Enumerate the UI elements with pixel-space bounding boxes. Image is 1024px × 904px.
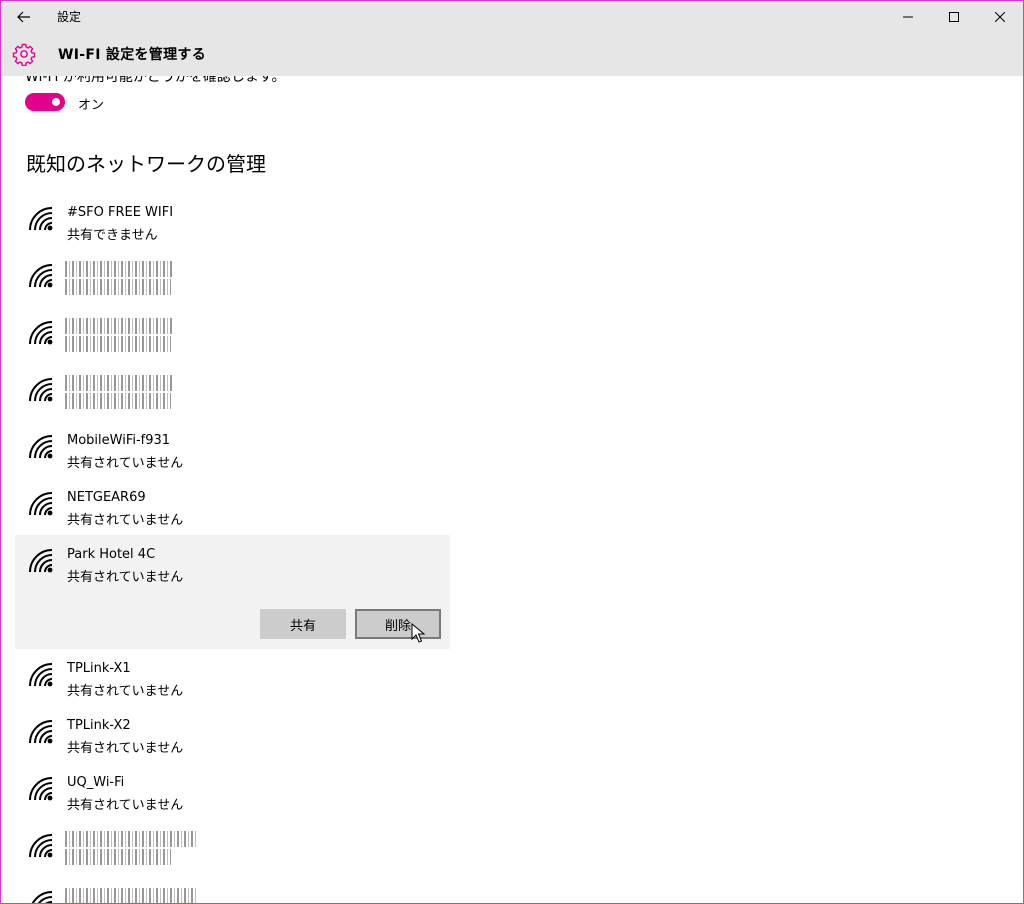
- minimize-icon: [903, 16, 913, 17]
- close-button[interactable]: [977, 1, 1023, 32]
- window-controls: [885, 1, 1023, 32]
- network-status: 共有されていません: [67, 741, 184, 756]
- network-item-redacted[interactable]: [15, 364, 450, 421]
- toggle-state-label: オン: [78, 98, 105, 113]
- network-item-uq-wi-fi[interactable]: UQ_Wi-Fi 共有されていません: [15, 763, 450, 820]
- back-button[interactable]: [1, 1, 47, 32]
- redacted-network-name: [65, 261, 173, 277]
- network-item-redacted[interactable]: [15, 250, 450, 307]
- page-title: WI-FI 設定を管理する: [58, 47, 207, 63]
- redacted-network-name: [65, 318, 173, 334]
- minimize-button[interactable]: [885, 1, 931, 32]
- page-header: WI-FI 設定を管理する: [1, 32, 1023, 76]
- settings-content[interactable]: Wi-Fi が利用可能かどうかを確認します。 オン 既知のネットワークの管理 #…: [1, 76, 1023, 903]
- network-item-tplink-x1[interactable]: TPLink-X1 共有されていません: [15, 649, 450, 706]
- network-name: Park Hotel 4C: [67, 547, 156, 562]
- app-title: 設定: [57, 10, 82, 24]
- redacted-network-name: [65, 375, 173, 391]
- wifi-icon: [29, 549, 53, 573]
- wifi-icon: [29, 492, 53, 516]
- network-name: TPLink-X2: [67, 718, 131, 733]
- share-button[interactable]: 共有: [260, 609, 346, 639]
- redacted-network-name: [65, 888, 197, 903]
- forget-button[interactable]: 削除: [355, 609, 441, 639]
- network-item-park-hotel-4c[interactable]: Park Hotel 4C 共有されていません 共有 削除: [15, 535, 450, 649]
- back-arrow-icon: [17, 11, 30, 22]
- settings-window: 設定 WI-FI 設定を管理する Wi-Fi が利用可能かどうかを確認します。: [0, 0, 1024, 904]
- network-item-sfo-free-wifi[interactable]: #SFO FREE WIFI 共有できません: [15, 193, 450, 250]
- network-status: 共有されていません: [67, 684, 184, 699]
- network-name: #SFO FREE WIFI: [67, 205, 174, 220]
- wifi-sense-description: Wi-Fi が利用可能かどうかを確認します。: [25, 76, 286, 85]
- network-status: 共有されていません: [67, 456, 184, 471]
- network-status: 共有できません: [67, 228, 158, 243]
- wifi-icon: [29, 378, 53, 402]
- wifi-icon: [29, 663, 53, 687]
- network-item-redacted[interactable]: [15, 877, 450, 903]
- network-item-redacted[interactable]: [15, 307, 450, 364]
- redacted-network-status: [65, 849, 171, 865]
- mouse-pointer-icon: [411, 623, 425, 643]
- wifi-icon: [29, 834, 53, 858]
- network-status: 共有されていません: [67, 570, 184, 585]
- toggle-knob: [52, 98, 60, 106]
- wifi-icon: [29, 435, 53, 459]
- wifi-icon: [29, 720, 53, 744]
- network-name: NETGEAR69: [67, 490, 146, 505]
- maximize-button[interactable]: [931, 1, 977, 32]
- close-icon: [995, 11, 1005, 22]
- network-status: 共有されていません: [67, 798, 184, 813]
- wifi-icon: [29, 777, 53, 801]
- network-name: TPLink-X1: [67, 661, 131, 676]
- network-item-netgear69[interactable]: NETGEAR69 共有されていません: [15, 478, 450, 535]
- redacted-network-status: [65, 336, 171, 352]
- redacted-network-status: [65, 393, 171, 409]
- network-item-redacted[interactable]: [15, 820, 450, 877]
- network-item-tplink-x2[interactable]: TPLink-X2 共有されていません: [15, 706, 450, 763]
- known-networks-list: #SFO FREE WIFI 共有できません MobileWiFi-f931 共…: [15, 193, 450, 903]
- wifi-icon: [31, 891, 53, 903]
- title-bar: 設定: [1, 1, 1023, 32]
- network-name: UQ_Wi-Fi: [67, 775, 125, 790]
- gear-icon: [12, 43, 36, 66]
- network-name: MobileWiFi-f931: [67, 433, 171, 448]
- maximize-icon: [949, 11, 959, 22]
- wifi-icon: [29, 321, 53, 345]
- network-item-mobilewifi-f931[interactable]: MobileWiFi-f931 共有されていません: [15, 421, 450, 478]
- redacted-network-status: [65, 279, 171, 295]
- redacted-network-name: [65, 831, 197, 847]
- wifi-icon: [29, 207, 53, 231]
- wifi-icon: [29, 264, 53, 288]
- network-status: 共有されていません: [67, 513, 184, 528]
- known-networks-title: 既知のネットワークの管理: [26, 152, 266, 176]
- wifi-sense-toggle[interactable]: [25, 93, 65, 111]
